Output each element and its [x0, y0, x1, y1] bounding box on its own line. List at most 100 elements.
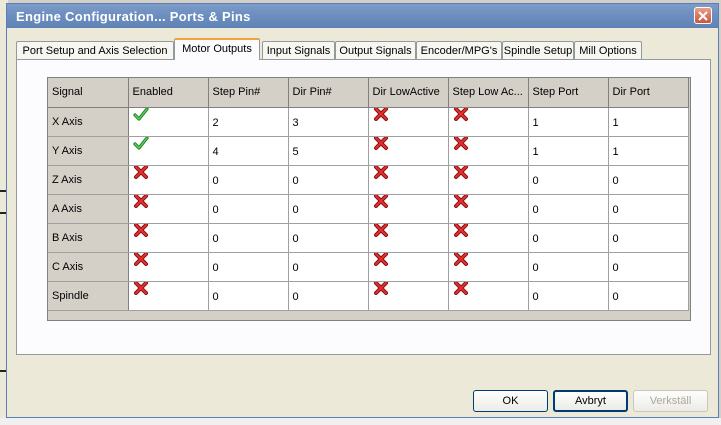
cell-dir-pin[interactable]: 3 [288, 107, 369, 137]
cell-step-pin[interactable]: 0 [208, 194, 289, 224]
cell-step-port[interactable]: 1 [528, 107, 609, 137]
cell-step-pin[interactable]: 0 [208, 252, 289, 282]
column-header-step-low-active[interactable]: Step Low Ac... [448, 78, 529, 108]
ok-button[interactable]: OK [473, 390, 548, 412]
cell-step-low-active[interactable] [448, 281, 529, 311]
cell-dir-low-active[interactable] [368, 281, 449, 311]
cell-step-port[interactable]: 0 [528, 223, 609, 253]
cell-dir-pin[interactable]: 5 [288, 136, 369, 166]
grid-header-row: Signal Enabled Step Pin# Dir Pin# Dir Lo… [48, 78, 689, 108]
cell-dir-pin[interactable]: 0 [288, 194, 369, 224]
cell-step-low-active[interactable] [448, 136, 529, 166]
x-icon [453, 281, 468, 295]
cell-enabled[interactable] [128, 223, 209, 253]
tab-output-signals[interactable]: Output Signals [335, 41, 416, 59]
x-icon [453, 252, 468, 266]
cell-signal[interactable]: Spindle [48, 281, 129, 311]
cell-dir-port[interactable]: 0 [608, 281, 689, 311]
cell-dir-low-active[interactable] [368, 252, 449, 282]
column-header-enabled[interactable]: Enabled [128, 78, 209, 108]
cell-enabled[interactable] [128, 194, 209, 224]
x-icon [373, 194, 388, 208]
x-icon [453, 194, 468, 208]
close-icon [698, 11, 708, 21]
cell-dir-low-active[interactable] [368, 223, 449, 253]
x-icon [373, 252, 388, 266]
cell-enabled[interactable] [128, 136, 209, 166]
cell-dir-pin[interactable]: 0 [288, 165, 369, 195]
cell-step-port[interactable]: 1 [528, 136, 609, 166]
cell-step-port[interactable]: 0 [528, 165, 609, 195]
column-header-dir-port[interactable]: Dir Port [608, 78, 689, 108]
x-icon [133, 223, 148, 237]
cell-signal[interactable]: Z Axis [48, 165, 129, 195]
cell-step-pin[interactable]: 2 [208, 107, 289, 137]
cell-dir-low-active[interactable] [368, 165, 449, 195]
cell-step-low-active[interactable] [448, 165, 529, 195]
cell-step-low-active[interactable] [448, 252, 529, 282]
cell-enabled[interactable] [128, 281, 209, 311]
cell-dir-low-active[interactable] [368, 136, 449, 166]
grid-table: Signal Enabled Step Pin# Dir Pin# Dir Lo… [48, 78, 689, 311]
cell-step-low-active[interactable] [448, 194, 529, 224]
cell-signal[interactable]: B Axis [48, 223, 129, 253]
cell-signal[interactable]: Y Axis [48, 136, 129, 166]
cell-step-low-active[interactable] [448, 223, 529, 253]
cell-dir-port[interactable]: 0 [608, 165, 689, 195]
table-row: C Axis 0 0 0 0 [48, 252, 689, 282]
cell-enabled[interactable] [128, 252, 209, 282]
tab-encoder-mpg[interactable]: Encoder/MPG's [416, 41, 502, 59]
cell-dir-low-active[interactable] [368, 107, 449, 137]
x-icon [133, 194, 148, 208]
cell-signal[interactable]: C Axis [48, 252, 129, 282]
title-bar[interactable]: Engine Configuration... Ports & Pins [7, 4, 718, 28]
cell-signal[interactable]: A Axis [48, 194, 129, 224]
column-header-step-port[interactable]: Step Port [528, 78, 609, 108]
tab-motor-outputs[interactable]: Motor Outputs [174, 38, 260, 60]
x-icon [453, 165, 468, 179]
cell-step-pin[interactable]: 0 [208, 223, 289, 253]
cell-dir-port[interactable]: 0 [608, 252, 689, 282]
cell-step-port[interactable]: 0 [528, 281, 609, 311]
cell-step-pin[interactable]: 4 [208, 136, 289, 166]
window-title: Engine Configuration... Ports & Pins [16, 9, 251, 24]
cell-signal[interactable]: X Axis [48, 107, 129, 137]
tab-mill-options[interactable]: Mill Options [574, 41, 642, 59]
cell-dir-port[interactable]: 0 [608, 223, 689, 253]
table-row: B Axis 0 0 0 0 [48, 223, 689, 253]
table-row: Spindle 0 0 0 0 [48, 281, 689, 311]
cancel-button[interactable]: Avbryt [553, 390, 628, 412]
cell-step-low-active[interactable] [448, 107, 529, 137]
cell-step-port[interactable]: 0 [528, 252, 609, 282]
x-icon [453, 107, 468, 121]
x-icon [373, 107, 388, 121]
x-icon [373, 223, 388, 237]
tab-input-signals[interactable]: Input Signals [262, 41, 335, 59]
x-icon [373, 136, 388, 150]
x-icon [133, 281, 148, 295]
close-button[interactable] [694, 7, 712, 24]
cell-dir-port[interactable]: 1 [608, 107, 689, 137]
tab-spindle-setup[interactable]: Spindle Setup [502, 41, 574, 59]
cell-dir-low-active[interactable] [368, 194, 449, 224]
cell-dir-pin[interactable]: 0 [288, 223, 369, 253]
cell-enabled[interactable] [128, 107, 209, 137]
cell-step-pin[interactable]: 0 [208, 165, 289, 195]
table-row: Y Axis 4 5 1 1 [48, 136, 689, 166]
motor-outputs-grid: Signal Enabled Step Pin# Dir Pin# Dir Lo… [47, 77, 691, 321]
cell-step-port[interactable]: 0 [528, 194, 609, 224]
cell-enabled[interactable] [128, 165, 209, 195]
cell-dir-pin[interactable]: 0 [288, 281, 369, 311]
column-header-signal[interactable]: Signal [48, 78, 129, 108]
cell-dir-pin[interactable]: 0 [288, 252, 369, 282]
cell-dir-port[interactable]: 1 [608, 136, 689, 166]
table-row: Z Axis 0 0 0 0 [48, 165, 689, 195]
column-header-step-pin[interactable]: Step Pin# [208, 78, 289, 108]
cell-step-pin[interactable]: 0 [208, 281, 289, 311]
cell-dir-port[interactable]: 0 [608, 194, 689, 224]
column-header-dir-low-active[interactable]: Dir LowActive [368, 78, 449, 108]
x-icon [373, 165, 388, 179]
apply-button[interactable]: Verkställ [633, 390, 708, 412]
column-header-dir-pin[interactable]: Dir Pin# [288, 78, 369, 108]
tab-port-setup[interactable]: Port Setup and Axis Selection [16, 41, 174, 59]
